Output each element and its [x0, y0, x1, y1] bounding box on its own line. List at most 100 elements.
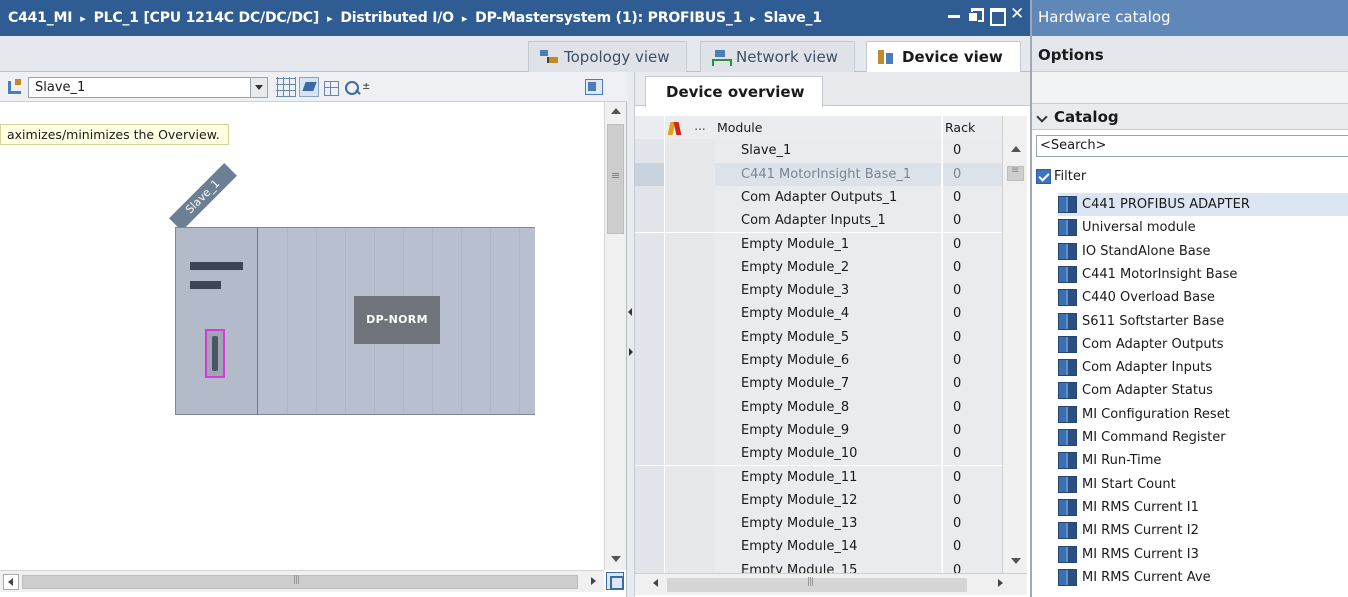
module-cell[interactable]: C441 MotorInsight Base_1	[715, 162, 942, 186]
header-more[interactable]: ...	[685, 116, 715, 140]
module-cell[interactable]: Empty Module_4	[715, 302, 942, 326]
table-row[interactable]: C441 MotorInsight Base_1 0	[635, 162, 1002, 186]
module-cell[interactable]: Empty Module_7	[715, 372, 942, 396]
rack-cell[interactable]: 0	[943, 162, 1002, 186]
table-row[interactable]: Empty Module_7 0	[635, 372, 1002, 396]
breadcrumb-plc[interactable]: PLC_1 [CPU 1214C DC/DC/DC]	[94, 10, 320, 26]
rack-cell[interactable]: 0	[943, 488, 1002, 513]
row-gutter[interactable]	[635, 209, 665, 233]
module-cell[interactable]: Slave_1	[715, 139, 942, 163]
options-section[interactable]: Options	[1032, 36, 1348, 72]
row-gutter[interactable]	[635, 325, 665, 349]
table-row[interactable]: Slave_1 0	[635, 139, 1002, 163]
row-gutter[interactable]	[635, 349, 665, 373]
pane-splitter[interactable]	[627, 72, 635, 597]
horizontal-scrollbar[interactable]	[0, 570, 604, 592]
module-cell[interactable]: Empty Module_13	[715, 512, 942, 536]
checkbox-checked-icon[interactable]	[1036, 169, 1051, 184]
header-rack[interactable]: Rack	[943, 116, 1002, 140]
catalog-item[interactable]: Com Adapter Outputs	[1058, 333, 1348, 356]
row-gutter[interactable]	[635, 279, 665, 303]
module-cell[interactable]: Empty Module_10	[715, 442, 942, 466]
breadcrumb-distributed-io[interactable]: Distributed I/O	[340, 10, 454, 26]
catalog-item[interactable]: C441 MotorInsight Base	[1058, 263, 1348, 286]
search-input[interactable]: <Search>	[1036, 135, 1348, 157]
rack-cell[interactable]: 0	[943, 139, 1002, 163]
rack-cell[interactable]: 0	[943, 418, 1002, 443]
row-gutter[interactable]	[635, 139, 665, 163]
catalog-item[interactable]: MI Command Register	[1058, 426, 1348, 449]
scroll-up-icon[interactable]	[605, 102, 626, 120]
rack-cell[interactable]: 0	[943, 302, 1002, 326]
table-row[interactable]: Empty Module_5 0	[635, 325, 1002, 349]
module-cell[interactable]: Empty Module_2	[715, 255, 942, 280]
table-row[interactable]: Empty Module_9 0	[635, 418, 1002, 443]
overview-icon[interactable]	[585, 79, 603, 95]
row-gutter[interactable]	[635, 162, 665, 186]
device-name-label[interactable]: Slave_1	[169, 163, 237, 231]
head-module[interactable]	[176, 228, 258, 414]
table-row[interactable]: Com Adapter Outputs_1 0	[635, 185, 1002, 210]
catalog-item[interactable]: MI Run-Time	[1058, 449, 1348, 472]
row-gutter[interactable]	[635, 442, 665, 466]
table-row[interactable]: Empty Module_11 0	[635, 465, 1002, 489]
catalog-item[interactable]: Universal module	[1058, 216, 1348, 239]
catalog-section-header[interactable]: Catalog	[1032, 104, 1348, 130]
horizontal-scrollbar[interactable]	[635, 573, 1027, 595]
catalog-item[interactable]: IO StandAlone Base	[1058, 240, 1348, 263]
row-gutter[interactable]	[635, 512, 665, 536]
header-module[interactable]: Module	[715, 116, 942, 140]
catalog-item[interactable]: C441 PROFIBUS ADAPTER	[1058, 193, 1348, 217]
module-cell[interactable]: Empty Module_11	[715, 465, 942, 489]
catalog-item[interactable]: C440 Overload Base	[1058, 286, 1348, 309]
row-gutter[interactable]	[635, 255, 665, 280]
dp-norm-module[interactable]: DP-NORM	[354, 296, 440, 344]
scroll-down-icon[interactable]	[1011, 558, 1021, 564]
module-cell[interactable]: Empty Module_14	[715, 535, 942, 559]
filter-checkbox[interactable]: Filter	[1036, 169, 1086, 184]
float-window-icon[interactable]	[968, 7, 984, 22]
rack-cell[interactable]: 0	[943, 465, 1002, 489]
tab-device-overview[interactable]: Device overview	[645, 76, 823, 107]
rack-cell[interactable]: 0	[943, 279, 1002, 303]
rack-cell[interactable]: 0	[943, 185, 1002, 210]
split-view-icon[interactable]	[6, 79, 24, 95]
row-gutter[interactable]	[635, 232, 665, 256]
scroll-thumb[interactable]	[607, 124, 624, 234]
rack-cell[interactable]: 0	[943, 372, 1002, 396]
rack-cell[interactable]: 0	[943, 512, 1002, 536]
rack-cell[interactable]: 0	[943, 349, 1002, 373]
scroll-thumb[interactable]	[22, 575, 578, 589]
module-cell[interactable]: Empty Module_1	[715, 232, 942, 256]
table-row[interactable]: Empty Module_14 0	[635, 535, 1002, 559]
table-row[interactable]: Empty Module_13 0	[635, 512, 1002, 536]
draw-mode-icon[interactable]	[299, 77, 319, 97]
catalog-item[interactable]: S611 Softstarter Base	[1058, 310, 1348, 333]
catalog-item[interactable]: MI RMS Current Ave	[1058, 566, 1348, 589]
scroll-thumb[interactable]	[1007, 165, 1024, 181]
table-row[interactable]: Com Adapter Inputs_1 0	[635, 209, 1002, 233]
breadcrumb-mastersystem[interactable]: DP-Mastersystem (1): PROFIBUS_1	[475, 10, 742, 26]
zoom-dropdown-icon[interactable]: ±	[362, 81, 370, 92]
table-row[interactable]: Empty Module_10 0	[635, 442, 1002, 466]
module-cell[interactable]: Empty Module_8	[715, 395, 942, 419]
catalog-item[interactable]: MI RMS Current I1	[1058, 496, 1348, 519]
row-gutter[interactable]	[635, 372, 665, 396]
profibus-connector-icon[interactable]	[205, 329, 225, 378]
expand-right-icon[interactable]	[629, 348, 633, 356]
rack-cell[interactable]: 0	[943, 442, 1002, 466]
scroll-thumb[interactable]	[667, 577, 967, 592]
tab-topology-view[interactable]: Topology view	[528, 41, 687, 72]
table-row[interactable]: Empty Module_4 0	[635, 302, 1002, 326]
scroll-down-icon[interactable]	[605, 550, 626, 568]
rack-cell[interactable]: 0	[943, 255, 1002, 280]
catalog-item[interactable]: Com Adapter Inputs	[1058, 356, 1348, 379]
table-row[interactable]: Empty Module_3 0	[635, 279, 1002, 303]
close-icon[interactable]: ✕	[1010, 6, 1024, 23]
module-cell[interactable]: Empty Module_3	[715, 279, 942, 303]
rack-cell[interactable]: 0	[943, 535, 1002, 559]
catalog-item[interactable]: MI Start Count	[1058, 473, 1348, 496]
table-row[interactable]: Empty Module_1 0	[635, 232, 1002, 256]
overview-toggle-icon[interactable]	[606, 572, 624, 590]
scroll-right-icon[interactable]	[998, 579, 1003, 587]
